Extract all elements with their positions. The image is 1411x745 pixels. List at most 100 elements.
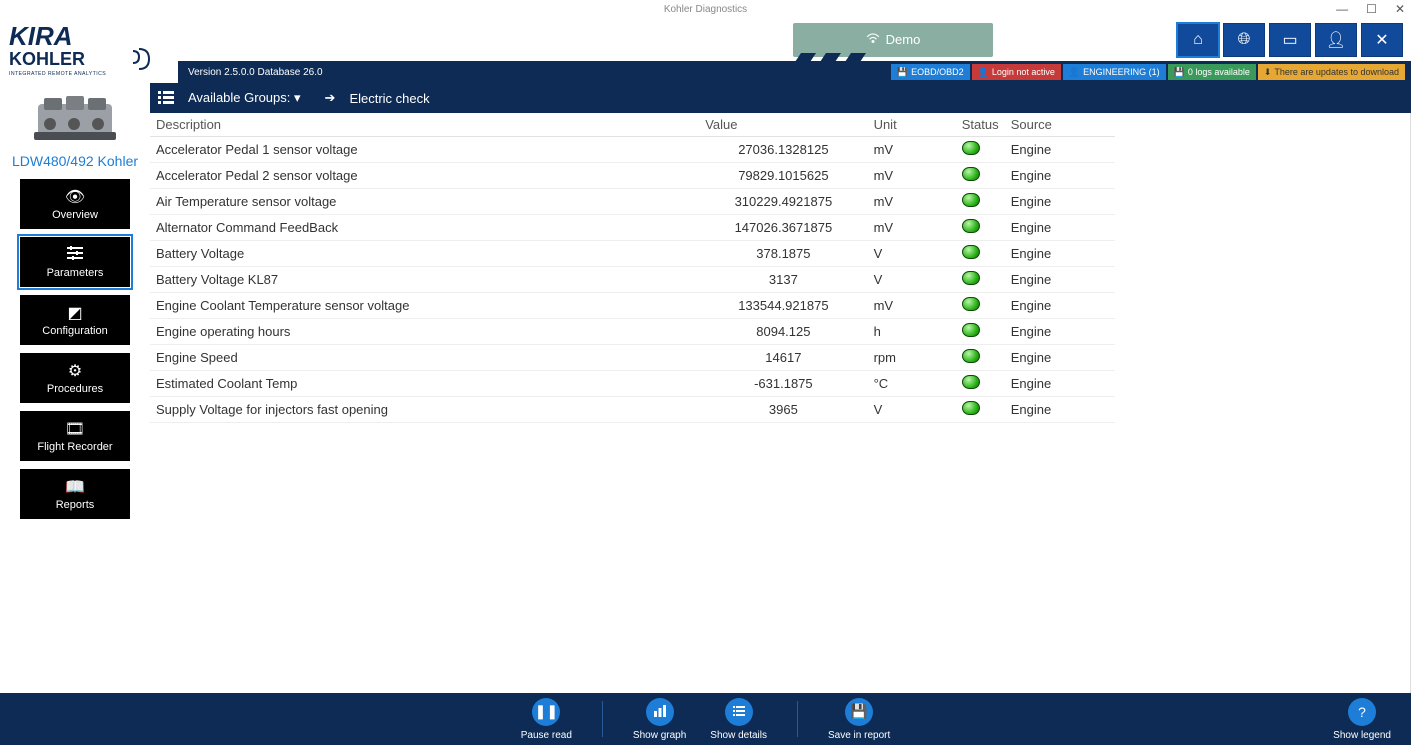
table-row[interactable]: Supply Voltage for injectors fast openin… — [150, 397, 1115, 423]
badge-logs[interactable]: 💾0 logs available — [1168, 64, 1256, 80]
sliders-icon — [66, 246, 84, 265]
cell-status — [956, 267, 1005, 293]
user-icon: 👤︎ — [1326, 30, 1346, 50]
nav-parameters[interactable]: Parameters — [20, 237, 130, 287]
arrow-right-icon: ➔ — [325, 90, 336, 106]
groups-bar[interactable]: Available Groups: ▾ ➔ Electric check — [150, 83, 1411, 113]
gears-icon: ⚙ — [68, 361, 82, 381]
cell-value: 14617 — [699, 345, 867, 371]
cell-unit: V — [868, 397, 956, 423]
app-header: KIRA KOHLER INTEGRATED REMOTE ANALYTICS … — [0, 18, 1411, 83]
cell-description: Estimated Coolant Temp — [150, 371, 699, 397]
cell-value: 3137 — [699, 267, 867, 293]
cell-value: 378.1875 — [699, 241, 867, 267]
brand-logo: KIRA KOHLER INTEGRATED REMOTE ANALYTICS — [0, 18, 178, 83]
content-area: Available Groups: ▾ ➔ Electric check Des… — [150, 83, 1411, 693]
current-group: Electric check — [349, 91, 429, 106]
table-row[interactable]: Alternator Command FeedBack147026.367187… — [150, 215, 1115, 241]
show-graph-button[interactable]: Show graph — [633, 698, 686, 741]
nav-overview[interactable]: 👁 Overview — [20, 179, 130, 229]
table-row[interactable]: Battery Voltage KL873137VEngine — [150, 267, 1115, 293]
cell-status — [956, 137, 1005, 163]
pause-icon: ❚❚ — [535, 703, 558, 720]
home-button[interactable]: ⌂ — [1177, 23, 1219, 57]
nav-configuration[interactable]: ◩ Configuration — [20, 295, 130, 345]
cell-value: 79829.1015625 — [699, 163, 867, 189]
badge-login[interactable]: 👤Login not active — [972, 64, 1061, 80]
groups-label: Available Groups: — [188, 90, 290, 105]
engine-label: LDW480/492 Kohler — [12, 153, 138, 169]
table-row[interactable]: Accelerator Pedal 1 sensor voltage27036.… — [150, 137, 1115, 163]
table-row[interactable]: Accelerator Pedal 2 sensor voltage79829.… — [150, 163, 1115, 189]
cell-status — [956, 189, 1005, 215]
window-minimize-button[interactable]: — — [1336, 2, 1348, 16]
exit-button[interactable]: ✕ — [1361, 23, 1403, 57]
cell-value: 133544.921875 — [699, 293, 867, 319]
show-legend-button[interactable]: ? Show legend — [1333, 698, 1391, 741]
card-icon: ▭ — [1282, 30, 1297, 50]
nav-reports[interactable]: 📖 Reports — [20, 469, 130, 519]
language-button[interactable]: 🌐︎ — [1223, 23, 1265, 57]
status-led-icon — [962, 245, 980, 259]
config-icon: ◩ — [67, 303, 82, 323]
save-report-button[interactable]: 💾 Save in report — [828, 698, 890, 741]
cell-unit: h — [868, 319, 956, 345]
table-row[interactable]: Engine Coolant Temperature sensor voltag… — [150, 293, 1115, 319]
chart-icon — [653, 704, 667, 720]
parameters-table: Description Value Unit Status Source Acc… — [150, 113, 1115, 423]
table-row[interactable]: Estimated Coolant Temp-631.1875°CEngine — [150, 371, 1115, 397]
col-value[interactable]: Value — [699, 113, 867, 137]
table-row[interactable]: Engine Speed14617rpmEngine — [150, 345, 1115, 371]
status-led-icon — [962, 297, 980, 311]
cell-value: 147026.3671875 — [699, 215, 867, 241]
cell-unit: °C — [868, 371, 956, 397]
cell-description: Engine Speed — [150, 345, 699, 371]
sidebar: LDW480/492 Kohler 👁 Overview Parameters … — [0, 83, 150, 693]
pause-read-button[interactable]: ❚❚ Pause read — [521, 698, 572, 741]
cell-source: Engine — [1005, 397, 1115, 423]
cell-description: Supply Voltage for injectors fast openin… — [150, 397, 699, 423]
cell-description: Engine operating hours — [150, 319, 699, 345]
col-source[interactable]: Source — [1005, 113, 1115, 137]
status-led-icon — [962, 193, 980, 207]
person-icon: 👤 — [978, 67, 989, 78]
user-button[interactable]: 👤︎ — [1315, 23, 1357, 57]
cell-description: Battery Voltage — [150, 241, 699, 267]
window-titlebar: Kohler Diagnostics — ☐ ✕ — [0, 0, 1411, 18]
window-close-button[interactable]: ✕ — [1395, 2, 1405, 16]
cell-source: Engine — [1005, 293, 1115, 319]
cell-unit: mV — [868, 163, 956, 189]
cell-unit: mV — [868, 293, 956, 319]
cell-source: Engine — [1005, 215, 1115, 241]
demo-button[interactable]: Demo — [793, 23, 993, 57]
show-details-button[interactable]: Show details — [710, 698, 767, 741]
table-row[interactable]: Air Temperature sensor voltage310229.492… — [150, 189, 1115, 215]
cell-source: Engine — [1005, 319, 1115, 345]
card-button[interactable]: ▭ — [1269, 23, 1311, 57]
table-row[interactable]: Engine operating hours8094.125h Engine — [150, 319, 1115, 345]
table-row[interactable]: Battery Voltage378.1875VEngine — [150, 241, 1115, 267]
cell-unit: V — [868, 241, 956, 267]
download-icon: ⬇ — [1264, 67, 1272, 78]
col-description[interactable]: Description — [150, 113, 699, 137]
cell-source: Engine — [1005, 267, 1115, 293]
cell-status — [956, 163, 1005, 189]
cell-value: 8094.125 — [699, 319, 867, 345]
badge-eobd[interactable]: 💾EOBD/OBD2 — [891, 64, 970, 80]
parameters-table-wrap[interactable]: Description Value Unit Status Source Acc… — [150, 113, 1411, 693]
cell-source: Engine — [1005, 345, 1115, 371]
cell-status — [956, 215, 1005, 241]
badge-engineering[interactable]: 👤ENGINEERING (1) — [1063, 64, 1166, 80]
status-led-icon — [962, 271, 980, 285]
badge-updates[interactable]: ⬇There are updates to download — [1258, 64, 1405, 80]
status-led-icon — [962, 167, 980, 181]
nav-flight-recorder[interactable]: 🎞 Flight Recorder — [20, 411, 130, 461]
window-maximize-button[interactable]: ☐ — [1366, 2, 1377, 16]
nav-procedures[interactable]: ⚙ Procedures — [20, 353, 130, 403]
save-icon: 💾 — [850, 703, 867, 720]
cell-unit: mV — [868, 189, 956, 215]
status-led-icon — [962, 349, 980, 363]
col-status[interactable]: Status — [956, 113, 1005, 137]
status-led-icon — [962, 401, 980, 415]
col-unit[interactable]: Unit — [868, 113, 956, 137]
